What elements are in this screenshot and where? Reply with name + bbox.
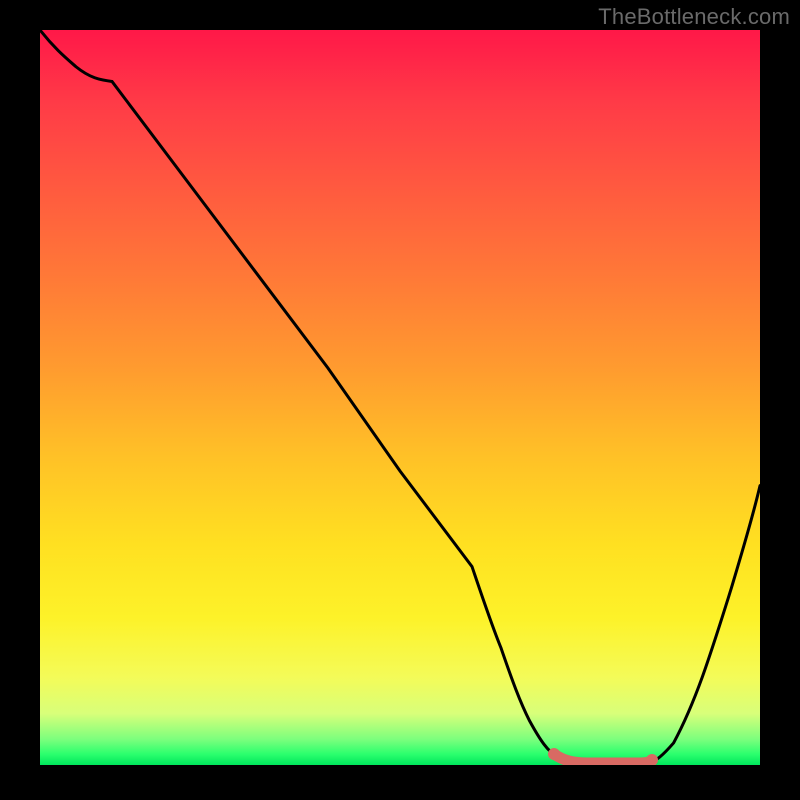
highlight-cap-left	[548, 748, 560, 760]
curve-layer	[40, 30, 760, 765]
plot-area	[40, 30, 760, 765]
chart-frame: TheBottleneck.com	[0, 0, 800, 800]
optimal-range-highlight	[554, 754, 652, 763]
highlight-cap-right	[646, 754, 658, 765]
bottleneck-curve	[40, 30, 760, 765]
watermark-text: TheBottleneck.com	[598, 4, 790, 30]
